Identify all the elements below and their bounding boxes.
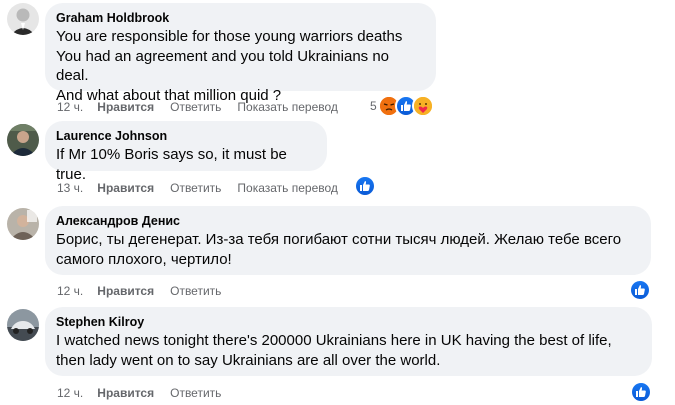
- comment-actions: 12 ч. Нравится Ответить: [57, 385, 237, 401]
- comment-author[interactable]: Stephen Kilroy: [56, 314, 640, 330]
- avatar-image-icon: [7, 124, 39, 156]
- comment-author[interactable]: Graham Holdbrook: [56, 10, 424, 26]
- comment-timestamp[interactable]: 12 ч.: [57, 284, 83, 298]
- avatar-image-icon: [7, 208, 39, 240]
- comment-bubble: Александров Денис Борис, ты дегенерат. И…: [45, 206, 651, 275]
- like-button[interactable]: Нравится: [97, 386, 154, 400]
- like-icon: [354, 175, 376, 197]
- reaction-summary[interactable]: [354, 175, 376, 197]
- avatar[interactable]: [7, 124, 39, 156]
- reaction-summary[interactable]: 5: [370, 95, 434, 117]
- reaction-count: 5: [370, 99, 377, 113]
- comment-text: You are responsible for those young warr…: [56, 28, 403, 104]
- comment-author[interactable]: Александров Денис: [56, 213, 639, 229]
- avatar[interactable]: [7, 3, 39, 35]
- comment-author[interactable]: Laurence Johnson: [56, 128, 315, 144]
- avatar-image-icon: [7, 309, 39, 341]
- care-icon: [411, 95, 434, 117]
- comment-actions: 12 ч. Нравится Ответить: [57, 283, 237, 299]
- show-translation-button[interactable]: Показать перевод: [237, 100, 338, 114]
- like-icon: [629, 279, 651, 301]
- comment-timestamp[interactable]: 12 ч.: [57, 386, 83, 400]
- like-button[interactable]: Нравится: [97, 181, 154, 195]
- like-button[interactable]: Нравится: [97, 284, 154, 298]
- avatar-image-icon: [7, 3, 39, 35]
- comment-actions: 12 ч. Нравится Ответить Показать перевод: [57, 99, 354, 115]
- like-icon: [630, 381, 652, 403]
- reaction-summary[interactable]: [630, 381, 652, 403]
- reply-button[interactable]: Ответить: [170, 284, 221, 298]
- reaction-summary[interactable]: [629, 279, 651, 301]
- reply-button[interactable]: Ответить: [170, 181, 221, 195]
- comment-timestamp[interactable]: 13 ч.: [57, 181, 83, 195]
- comment-timestamp[interactable]: 12 ч.: [57, 100, 83, 114]
- like-button[interactable]: Нравится: [97, 100, 154, 114]
- comment-bubble: Stephen Kilroy I watched news tonight th…: [45, 307, 652, 376]
- avatar[interactable]: [7, 309, 39, 341]
- show-translation-button[interactable]: Показать перевод: [237, 181, 338, 195]
- comment-actions: 13 ч. Нравится Ответить Показать перевод: [57, 180, 354, 196]
- comment-text: Борис, ты дегенерат. Из-за тебя погибают…: [56, 231, 622, 268]
- comment-bubble: Graham Holdbrook You are responsible for…: [45, 3, 436, 104]
- reply-button[interactable]: Ответить: [170, 386, 221, 400]
- comment-text: I watched news tonight there's 200000 Uk…: [56, 332, 612, 369]
- comment-text: If Mr 10% Boris says so, it must be true…: [56, 146, 287, 183]
- avatar[interactable]: [7, 208, 39, 240]
- comment-bubble: Laurence Johnson If Mr 10% Boris says so…: [45, 121, 327, 183]
- reply-button[interactable]: Ответить: [170, 100, 221, 114]
